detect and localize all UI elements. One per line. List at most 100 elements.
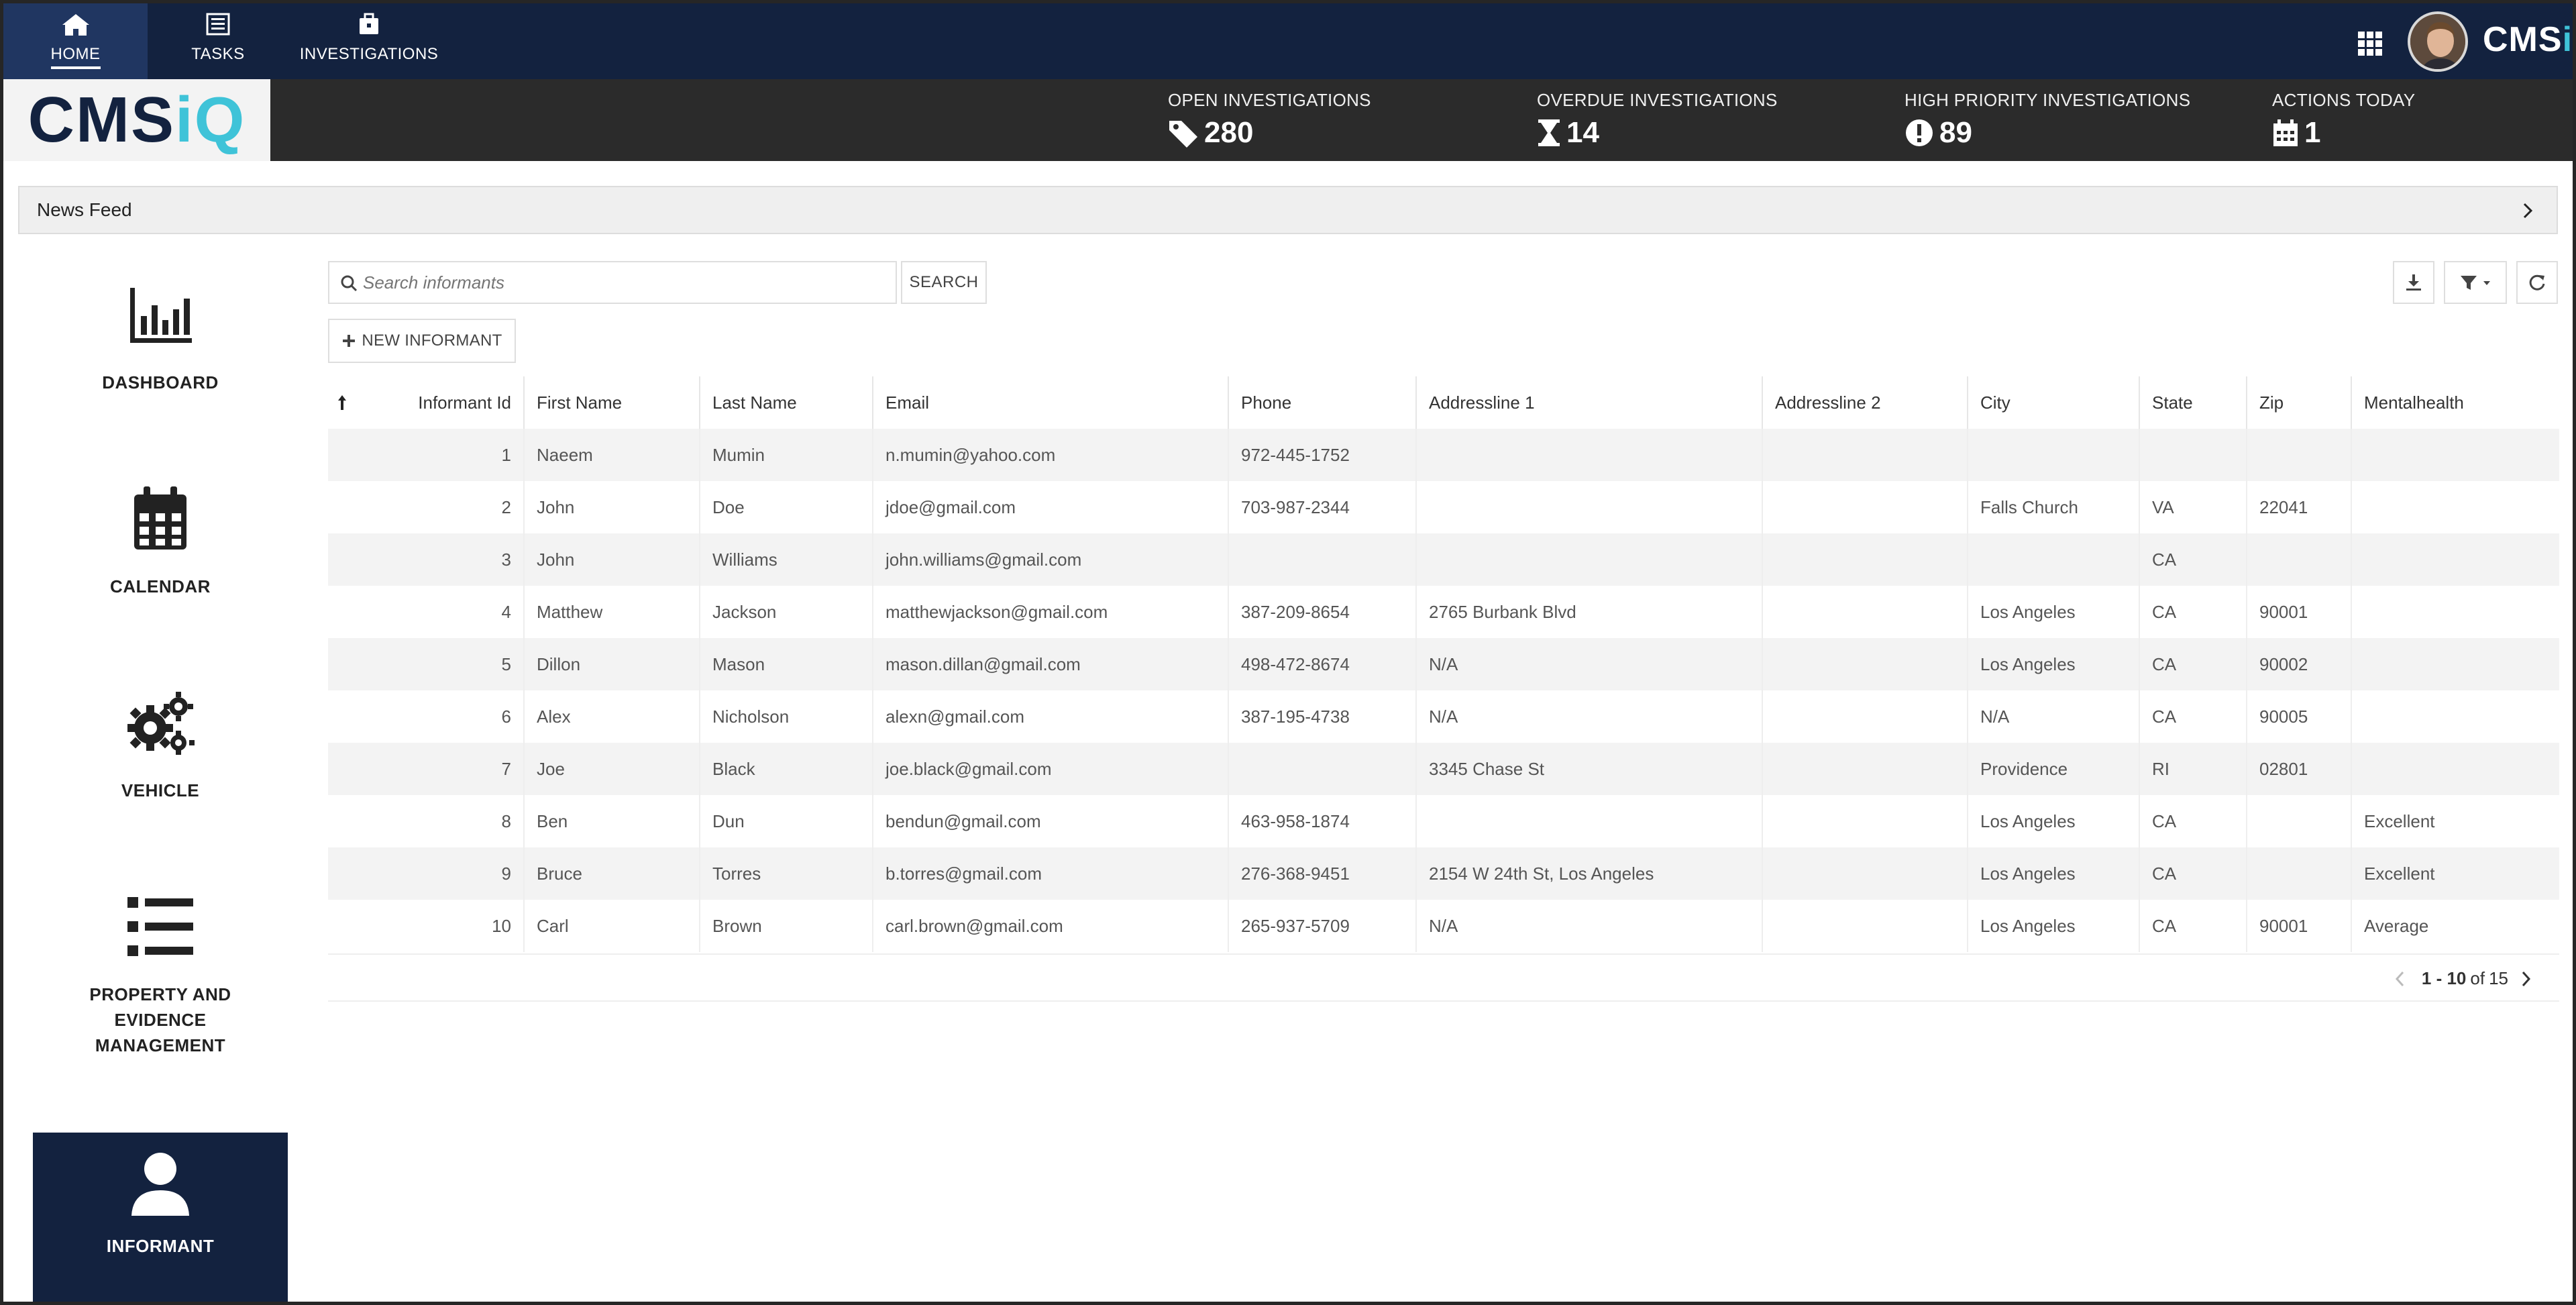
column-header-addressline-2[interactable]: Addressline 2 [1762,376,1968,429]
sidebar-item-calendar-label: CALENDAR [110,576,211,596]
cell-city [1967,533,2139,586]
sidebar-item-property-and-evidence[interactable]: PROPERTY AND EVIDENCE MANAGEMENT [33,890,288,1058]
avatar[interactable] [2408,11,2468,72]
app-frame: HOME TASKS INVESTIGATIONS CMSiQ [0,0,2576,1305]
cell-first-name: Matthew [523,586,700,638]
cell-informant-id: 3 [328,533,524,586]
logo[interactable]: CMSiQ [3,79,270,161]
cell-email: alexn@gmail.com [872,690,1228,743]
chevron-right-icon[interactable] [2519,970,2532,988]
search-button[interactable]: SEARCH [901,261,987,304]
table-row[interactable]: 8 Ben Dun bendun@gmail.com 463-958-1874 Los A… [328,795,2559,847]
cell-first-name: John [523,533,700,586]
column-header-city[interactable]: City [1967,376,2139,429]
table-row[interactable]: 1 Naeem Mumin n.mumin@yahoo.com 972-445-1752 [328,429,2559,481]
cell-email: john.williams@gmail.com [872,533,1228,586]
cell-state: CA [2139,533,2247,586]
stat-high-priority-investigations[interactable]: HIGH PRIORITY INVESTIGATIONS 89 [1904,90,2190,150]
cell-phone: 463-958-1874 [1228,795,1416,847]
table-row[interactable]: 9 Bruce Torres b.torres@gmail.com 276-368-94… [328,847,2559,900]
table-row[interactable]: 3 John Williams john.williams@gmail.com CA [328,533,2559,586]
column-header-zip[interactable]: Zip [2246,376,2351,429]
refresh-icon [2529,274,2545,291]
cell-phone: 276-368-9451 [1228,847,1416,900]
column-header-informant-id[interactable]: Informant Id [328,376,524,429]
nav-home[interactable]: HOME [3,3,148,79]
cell-zip: 22041 [2246,481,2351,533]
search-box [328,261,897,304]
sidebar-item-calendar[interactable]: CALENDAR [33,482,288,599]
table-row[interactable]: 10 Carl Brown carl.brown@gmail.com 265-937-5… [328,900,2559,952]
cell-last-name: Dun [699,795,873,847]
sidebar-item-dashboard-label: DASHBOARD [102,372,219,393]
cell-informant-id: 5 [328,638,524,690]
news-feed-bar[interactable]: News Feed [18,186,2558,234]
cell-addressline-1: N/A [1415,638,1762,690]
filter-button[interactable] [2444,261,2507,304]
new-informant-button[interactable]: NEW INFORMANT [328,319,516,363]
stat-actions-today[interactable]: ACTIONS TODAY 1 [2272,90,2415,150]
cell-email: b.torres@gmail.com [872,847,1228,900]
stat-open-investigations[interactable]: OPEN INVESTIGATIONS 280 [1168,90,1371,150]
column-header-phone[interactable]: Phone [1228,376,1416,429]
cell-addressline-2 [1762,795,1968,847]
cell-last-name: Black [699,743,873,795]
column-header-first-name[interactable]: First Name [523,376,700,429]
nav-tasks[interactable]: TASKS [164,3,272,79]
cell-mentalhealth: Excellent [2351,847,2559,900]
cell-last-name: Nicholson [699,690,873,743]
cell-phone: 387-209-8654 [1228,586,1416,638]
calendar-icon [2273,119,2298,146]
export-button[interactable] [2393,261,2434,304]
cell-state: VA [2139,481,2247,533]
cell-last-name: Torres [699,847,873,900]
nav-tasks-label: TASKS [191,45,245,63]
cell-phone [1228,533,1416,586]
column-header-last-name[interactable]: Last Name [699,376,873,429]
home-icon [62,14,89,36]
brand-logo-top: CMSiQ [2483,20,2573,59]
cell-city [1967,429,2139,481]
nav-investigations[interactable]: INVESTIGATIONS [292,3,446,79]
cell-addressline-1: N/A [1415,690,1762,743]
search-icon [341,275,358,292]
cell-informant-id: 8 [328,795,524,847]
stat-overdue-investigations[interactable]: OVERDUE INVESTIGATIONS 14 [1537,90,1778,150]
sidebar: DASHBOARD CALENDAR VEHICLE PROPERTY AND … [33,258,288,1302]
table-row[interactable]: 7 Joe Black joe.black@gmail.com 3345 Chase S… [328,743,2559,795]
sort-ascending-icon[interactable] [337,394,347,411]
briefcase-icon [360,13,378,34]
cell-email: bendun@gmail.com [872,795,1228,847]
cell-first-name: Naeem [523,429,700,481]
column-header-state[interactable]: State [2139,376,2247,429]
cell-email: joe.black@gmail.com [872,743,1228,795]
informants-table: Informant Id First Name Last Name Email … [328,376,2559,952]
cell-state: CA [2139,847,2247,900]
column-header-mentalhealth[interactable]: Mentalhealth [2351,376,2559,429]
sidebar-item-vehicle[interactable]: VEHICLE [33,686,288,803]
cell-zip [2246,847,2351,900]
cell-city: Los Angeles [1967,586,2139,638]
sidebar-item-vehicle-label: VEHICLE [121,780,200,800]
cell-last-name: Jackson [699,586,873,638]
column-header-email[interactable]: Email [872,376,1228,429]
column-header-addressline-1[interactable]: Addressline 1 [1415,376,1762,429]
apps-grid-icon[interactable] [2357,30,2383,57]
cell-first-name: Dillon [523,638,700,690]
cell-informant-id: 9 [328,847,524,900]
sidebar-item-dashboard[interactable]: DASHBOARD [33,278,288,395]
table-row[interactable]: 2 John Doe jdoe@gmail.com 703-987-2344 Falls … [328,481,2559,533]
cell-addressline-2 [1762,743,1968,795]
chevron-left-icon[interactable] [2394,970,2407,988]
cell-addressline-2 [1762,638,1968,690]
search-input[interactable] [363,272,873,293]
tag-icon [1169,121,1197,148]
table-row[interactable]: 4 Matthew Jackson matthewjackson@gmail.com 3… [328,586,2559,638]
table-row[interactable]: 5 Dillon Mason mason.dillan@gmail.com 498-47… [328,638,2559,690]
cell-mentalhealth: Excellent [2351,795,2559,847]
cell-zip: 90001 [2246,586,2351,638]
table-row[interactable]: 6 Alex Nicholson alexn@gmail.com 387-195-473… [328,690,2559,743]
cell-zip [2246,429,2351,481]
refresh-button[interactable] [2516,261,2558,304]
sidebar-item-informant[interactable]: INFORMANT [33,1133,288,1302]
